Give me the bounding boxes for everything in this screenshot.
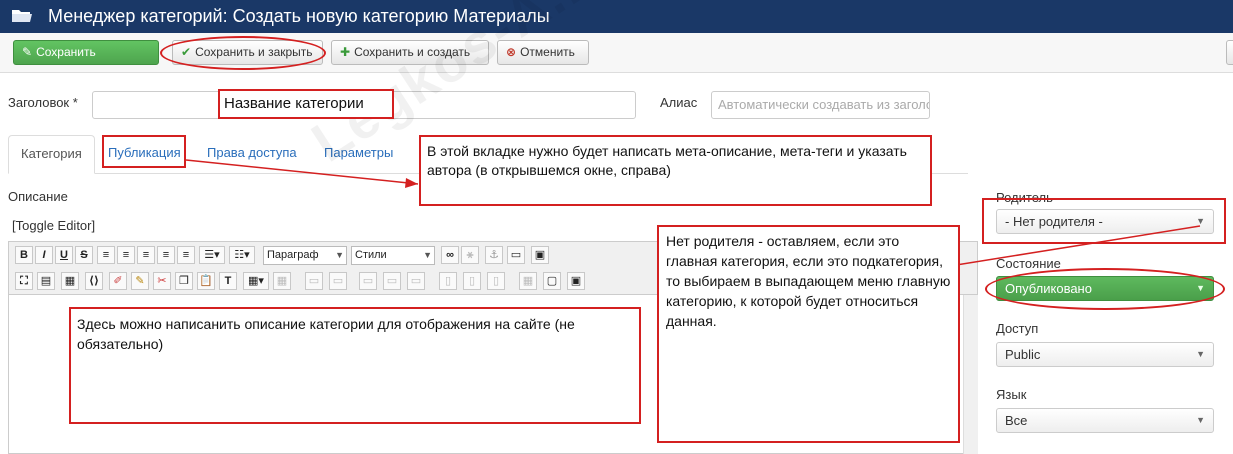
- split-cells-icon[interactable]: ▦: [519, 272, 537, 290]
- tab-category[interactable]: Категория: [8, 135, 95, 174]
- styles-select-value: Стили: [355, 249, 387, 261]
- unlink-icon[interactable]: ⚹: [461, 246, 479, 264]
- save-new-label: Сохранить и создать: [354, 45, 471, 59]
- underline-button[interactable]: U: [55, 246, 73, 264]
- folder-icon: [12, 10, 32, 22]
- language-select-value: Все: [1005, 413, 1028, 428]
- publishing-tab-annotation: В этой вкладке нужно будет написать мета…: [419, 135, 932, 206]
- table-icon[interactable]: ▦▾: [243, 272, 269, 290]
- table-props-icon[interactable]: ▦: [273, 272, 291, 290]
- tab-access-rights[interactable]: Права доступа: [195, 135, 309, 174]
- publishing-tab-highlight: [102, 135, 186, 168]
- copy-icon[interactable]: ❐: [175, 272, 193, 290]
- title-annotation: Название категории: [218, 89, 394, 119]
- insert-row-before-icon[interactable]: ▭: [359, 272, 377, 290]
- align-center-icon[interactable]: ≡: [117, 246, 135, 264]
- toolbar-options-button[interactable]: [1226, 40, 1233, 65]
- insert-col-after-icon[interactable]: ▯: [463, 272, 481, 290]
- bold-button[interactable]: B: [15, 246, 33, 264]
- access-select[interactable]: Public ▼: [996, 342, 1214, 367]
- preview-icon[interactable]: ▤: [37, 272, 55, 290]
- brush-icon[interactable]: ✎: [131, 272, 149, 290]
- align-justify-icon[interactable]: ≡: [97, 246, 115, 264]
- format-select[interactable]: Параграф ▼: [263, 246, 347, 265]
- access-select-value: Public: [1005, 347, 1041, 362]
- chevron-down-icon: ▼: [335, 250, 344, 260]
- format-select-value: Параграф: [267, 249, 319, 261]
- code-icon[interactable]: ⟨⟩: [85, 272, 103, 290]
- insert-row-after-icon[interactable]: ▭: [383, 272, 401, 290]
- anchor-icon[interactable]: ⚓: [485, 246, 503, 264]
- unordered-list-icon[interactable]: ☷▾: [229, 246, 255, 264]
- align-full-icon[interactable]: ≡: [177, 246, 195, 264]
- paste-icon[interactable]: 📋: [197, 272, 215, 290]
- chevron-down-icon: ▼: [1196, 415, 1205, 425]
- merge-cells-icon[interactable]: ▢: [543, 272, 561, 290]
- ordered-list-icon[interactable]: ☰▾: [199, 246, 225, 264]
- row-props-icon[interactable]: ▭: [305, 272, 323, 290]
- state-select-highlight-oval: [985, 268, 1225, 310]
- align-left-icon[interactable]: ≡: [137, 246, 155, 264]
- styles-select[interactable]: Стили ▼: [351, 246, 435, 265]
- hr-icon[interactable]: ▭: [507, 246, 525, 264]
- align-right-icon[interactable]: ≡: [157, 246, 175, 264]
- description-label: Описание: [8, 189, 68, 204]
- alias-input[interactable]: Автоматически создавать из заголовка: [711, 91, 930, 119]
- access-label: Доступ: [996, 321, 1039, 336]
- state-label: Состояние: [996, 256, 1061, 271]
- language-label: Язык: [996, 387, 1027, 402]
- delete-row-icon[interactable]: ▭: [407, 272, 425, 290]
- insert-col-before-icon[interactable]: ▯: [439, 272, 457, 290]
- link-icon[interactable]: ∞: [441, 246, 459, 264]
- header-bar: Менеджер категорий: Создать новую катего…: [0, 0, 1233, 33]
- parent-select-highlight: [982, 198, 1226, 244]
- italic-button[interactable]: I: [35, 246, 53, 264]
- delete-col-icon[interactable]: ▯: [487, 272, 505, 290]
- chevron-down-icon: ▼: [1196, 349, 1205, 359]
- cut-icon[interactable]: ✂: [153, 272, 171, 290]
- page-title: Менеджер категорий: Создать новую катего…: [48, 6, 550, 26]
- parent-annotation: Нет родителя - оставляем, если это главн…: [657, 225, 960, 443]
- image-icon[interactable]: ▣: [567, 272, 585, 290]
- edit-icon: ✎: [22, 45, 33, 59]
- editor-scrollbar[interactable]: [963, 295, 978, 454]
- cancel-button[interactable]: ⊗ Отменить: [497, 40, 589, 65]
- cancel-icon: ⊗: [506, 45, 517, 59]
- tab-parameters[interactable]: Параметры: [312, 135, 405, 174]
- arrow-head-tab: [405, 178, 418, 188]
- save-new-button[interactable]: ✚ Сохранить и создать: [331, 40, 489, 65]
- description-annotation: Здесь можно написанить описание категори…: [69, 307, 641, 424]
- fullscreen-icon[interactable]: ⛶: [15, 272, 33, 290]
- title-label: Заголовок *: [8, 95, 78, 110]
- toggle-editor-link[interactable]: [Toggle Editor]: [12, 218, 95, 233]
- language-select[interactable]: Все ▼: [996, 408, 1214, 433]
- save-button-label: Сохранить: [36, 45, 96, 59]
- cell-props-icon[interactable]: ▭: [329, 272, 347, 290]
- remove-format-icon[interactable]: ▣: [531, 246, 549, 264]
- alias-label: Алиас: [660, 95, 698, 110]
- eraser-icon[interactable]: ✐: [109, 272, 127, 290]
- print-icon[interactable]: ▦: [61, 272, 79, 290]
- plus-icon: ✚: [340, 45, 351, 59]
- paste-text-icon[interactable]: T: [219, 272, 237, 290]
- cancel-label: Отменить: [520, 45, 575, 59]
- save-close-highlight-oval: [160, 36, 326, 70]
- chevron-down-icon: ▼: [423, 250, 432, 260]
- strikethrough-button[interactable]: S: [75, 246, 93, 264]
- save-button[interactable]: ✎ Сохранить: [13, 40, 159, 65]
